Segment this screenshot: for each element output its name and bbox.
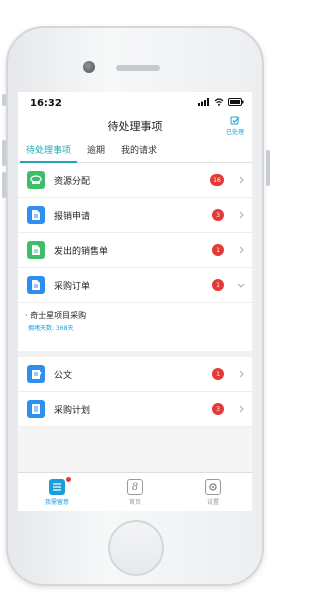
- item-label: 发出的销售单: [54, 246, 109, 257]
- chevron-right-icon: [236, 211, 246, 219]
- pending-list: 资源分配 16 报销申请 3 发出的销售单 1 采购订单 1 · 奇士星项目采购…: [18, 163, 252, 427]
- chevron-right-icon: [236, 176, 246, 184]
- sales-order-icon: [27, 241, 45, 259]
- item-label: 采购订单: [54, 281, 91, 292]
- purchase-order-detail[interactable]: · 奇士星项目采购 拥堵天数: 368天: [18, 303, 252, 357]
- count-badge: 16: [210, 174, 224, 186]
- speaker-grille: [116, 65, 160, 71]
- tab-bar: 待处理事项 逾期 我的请求: [18, 140, 252, 163]
- signal-icon: [198, 98, 209, 106]
- tab-label: 首页: [128, 499, 141, 506]
- count-badge: 3: [212, 403, 224, 415]
- battery-icon: [228, 98, 244, 106]
- item-label: 报销申请: [54, 211, 91, 222]
- settings-icon: [205, 479, 221, 495]
- item-label: 资源分配: [54, 176, 91, 187]
- list-item-resource[interactable]: 资源分配 16: [18, 163, 252, 198]
- list-item-sales-order[interactable]: 发出的销售单 1: [18, 233, 252, 268]
- tab-attention[interactable]: 我需留意: [18, 473, 96, 511]
- purchase-plan-icon: [27, 400, 45, 418]
- count-badge: 1: [212, 368, 224, 380]
- detail-info: 拥堵天数: 368天: [28, 325, 74, 332]
- count-badge: 1: [212, 279, 224, 291]
- list-item-purchase-plan[interactable]: 采购计划 3: [18, 392, 252, 427]
- camera-icon: [83, 61, 95, 73]
- list-item-purchase-order[interactable]: 采购订单 1: [18, 268, 252, 303]
- detail-title: · 奇士星项目采购: [25, 311, 87, 320]
- tab-pending[interactable]: 待处理事项: [18, 140, 79, 163]
- document-icon: [27, 365, 45, 383]
- list-item-document[interactable]: 公文 1: [18, 357, 252, 392]
- count-badge: 1: [212, 244, 224, 256]
- count-badge: 3: [212, 209, 224, 221]
- tab-label: 我需留意: [44, 499, 69, 506]
- tab-label: 设置: [206, 499, 219, 506]
- status-time: 16:32: [30, 98, 62, 109]
- tab-overdue[interactable]: 逾期: [79, 140, 113, 162]
- chevron-right-icon: [236, 246, 246, 254]
- checkbox-icon: [230, 116, 240, 125]
- side-button: [2, 94, 6, 106]
- home-8-icon: 8: [127, 479, 143, 495]
- app-screen: 16:32 待处理事项 已处理 待处理事项 逾期 我的请求 资源分配 16 报销…: [18, 92, 252, 511]
- bottom-tab-bar: 我需留意 8 首页 设置: [18, 472, 252, 511]
- chevron-down-icon: [236, 283, 246, 288]
- list-icon: [49, 479, 65, 495]
- purchase-order-icon: [27, 276, 45, 294]
- side-button: [2, 140, 6, 166]
- chevron-right-icon: [236, 405, 246, 413]
- chevron-right-icon: [236, 370, 246, 378]
- list-item-reimburse[interactable]: 报销申请 3: [18, 198, 252, 233]
- page-title: 待处理事项: [107, 120, 163, 133]
- reimburse-icon: [27, 206, 45, 224]
- resource-icon: [27, 171, 45, 189]
- tab-my-requests[interactable]: 我的请求: [113, 140, 165, 162]
- item-label: 采购计划: [54, 405, 91, 416]
- notification-dot: [66, 477, 71, 482]
- side-button: [266, 150, 270, 186]
- nav-bar: 待处理事项 已处理: [18, 114, 252, 140]
- tab-home[interactable]: 8 首页: [96, 473, 174, 511]
- processed-button[interactable]: 已处理: [226, 116, 244, 136]
- tab-settings[interactable]: 设置: [174, 473, 252, 511]
- status-bar: 16:32: [18, 92, 252, 114]
- side-button: [2, 172, 6, 198]
- home-button[interactable]: [108, 520, 164, 576]
- wifi-icon: [214, 98, 224, 106]
- processed-label: 已处理: [225, 129, 244, 136]
- item-label: 公文: [54, 370, 73, 381]
